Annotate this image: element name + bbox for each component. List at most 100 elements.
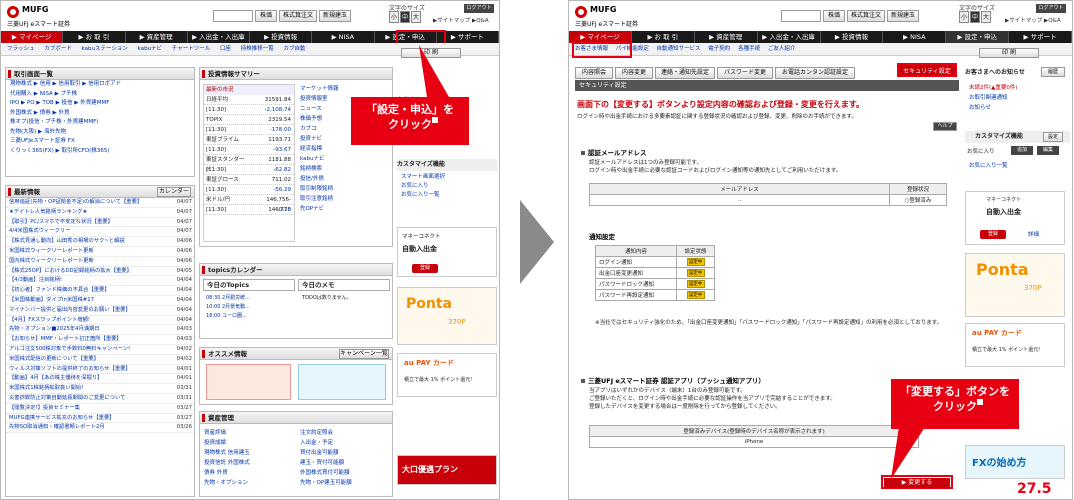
asset-link[interactable]: 入出金・予定 <box>300 438 390 448</box>
asset-link[interactable]: 投資信託 外国株式 <box>204 458 294 468</box>
news-item[interactable]: 災害詐欺防止対策自動延長期間のご変更について 03/31 <box>6 394 194 404</box>
aupay-banner[interactable]: au PAY カード 積立で最大 1% ポイント還元! <box>965 323 1065 367</box>
news-item[interactable]: 【株式25OP】におけるDD記録銘柄の拡大【重要】 04/05 <box>6 267 194 277</box>
fav-list-link[interactable]: お気に入り一覧 <box>969 161 1008 169</box>
trade-link-row[interactable]: 現物株式 ▶ 信用 ▶ 信用取引 ▶ 信用ロボアド <box>6 80 194 90</box>
nav-trade[interactable]: ▶ お 取 引 <box>632 31 695 43</box>
topic-item[interactable]: 08:30 2月勤労統... <box>206 294 250 303</box>
aupay-banner[interactable]: au PAY カード 積立で最大 1% ポイント還元! <box>397 353 497 397</box>
font-large-button[interactable]: 大 <box>981 11 991 23</box>
asset-link[interactable]: 外国株式買付可能額 <box>300 468 390 478</box>
nav-deposit[interactable]: ▶ 入出金・入出庫 <box>758 31 821 43</box>
asset-link[interactable]: 債券 外貨 <box>204 468 294 478</box>
news-item[interactable]: 【株式見通し動向】山田秀の相場のサク~と解説 04/06 <box>6 237 194 247</box>
tool-account[interactable]: 口座 <box>220 46 231 52</box>
summary-link[interactable]: 先OPナビ <box>300 204 390 214</box>
history-button[interactable]: 履歴 <box>1041 67 1065 77</box>
news-item[interactable]: 【動画】4月【あの株主優待を深掘り】 04/01 <box>6 374 194 385</box>
font-large-button[interactable]: 大 <box>411 11 421 23</box>
money-connect-banner[interactable]: マネーコネクト 自動入出金 登録 詳細 <box>965 191 1065 245</box>
asset-link[interactable]: 買付出金可能額 <box>300 448 390 458</box>
news-item[interactable]: 国内株式ウィークリーレポート更新 04/06 <box>6 257 194 267</box>
news-link[interactable]: お知らせ <box>969 103 1018 113</box>
news-item[interactable]: 【米国株動画】ダイプIn米国株#17 04/04 <box>6 296 194 306</box>
news-item[interactable]: 4/4米国株式ウィークリー 04/07 <box>6 227 194 238</box>
news-item[interactable]: 米国株式配信の更新について【重要】 04/02 <box>6 355 194 365</box>
nav-assets[interactable]: ▶ 資産管理 <box>695 31 758 43</box>
ponta-banner[interactable]: Ponta 370P <box>965 253 1065 317</box>
print-button[interactable]: 印 刷 <box>979 48 1039 58</box>
trade-link-row[interactable]: 三菱UFJeスマート証券 FX <box>6 137 194 147</box>
news-item[interactable]: 米国株式1株銘柄拡取扱い開始! 03/31 <box>6 384 194 394</box>
asset-link[interactable]: 現物株式 信用建玉 <box>204 448 294 458</box>
tab-contact[interactable]: 連絡・通知先設定 <box>655 67 715 79</box>
tab-password[interactable]: パスワード変更 <box>717 67 773 79</box>
asset-link[interactable]: 投資成績 <box>204 438 294 448</box>
recommend-banner-2[interactable] <box>298 364 386 400</box>
tool-holdings[interactable]: 持株推移一覧 <box>241 46 274 52</box>
logout-button[interactable]: ログアウト <box>464 4 494 13</box>
tool-kabunavi[interactable]: kabuナビ <box>138 46 162 52</box>
tab-phone-auth[interactable]: お電話カンタン認証設定 <box>775 67 855 79</box>
mc-detail-link[interactable]: 詳細 <box>1028 230 1039 238</box>
font-mid-button[interactable]: 中 <box>400 11 410 23</box>
unread-link[interactable]: 未読2件(▲重要0件) <box>969 83 1018 93</box>
summary-link[interactable]: kabuナビ <box>300 154 390 164</box>
news-item[interactable]: 先物SQ取消通知・確認書類レポート2月 03/26 <box>6 423 194 434</box>
quote-button[interactable]: 株式箕注文 <box>279 10 317 22</box>
news-item[interactable]: ★デイトレ人気銘柄ランキング★ 04/07 <box>6 208 194 218</box>
news-item[interactable]: 米国株式ウィークリーレポート更新 04/06 <box>6 247 194 257</box>
asset-link[interactable]: 注文約定照会 <box>300 428 390 438</box>
news-item[interactable]: 信用追証(先物・OP証拠金不足)の解消について【重要】 04/07 <box>6 198 194 208</box>
money-connect-banner[interactable]: マネーコネクト 自動入出金 登録 <box>397 227 497 277</box>
mc-register-button[interactable]: 登録 <box>412 264 438 273</box>
nav-info[interactable]: ▶ 投資情報 <box>821 31 884 43</box>
nav-support[interactable]: ▶ サポート <box>1009 31 1072 43</box>
fav-add-button[interactable]: 追加 <box>1011 146 1033 155</box>
ponta-banner[interactable]: Ponta 370P <box>397 287 497 345</box>
recommend-banner-1[interactable] <box>206 364 291 400</box>
news-item[interactable]: 【4/3動画】注目銘柄! 04/04 <box>6 276 194 287</box>
nav-nisa[interactable]: ▶ NISA <box>883 31 947 43</box>
asset-link[interactable]: 先物・OP建玉可能額 <box>300 478 390 488</box>
tool-kabustation[interactable]: kabuステーション <box>82 46 128 52</box>
font-mid-button[interactable]: 中 <box>970 11 980 23</box>
new-position-button[interactable]: 新規建玉 <box>319 10 351 22</box>
stock-price-button[interactable]: 株価 <box>255 10 277 22</box>
nav-deposit[interactable]: ▶ 入出金・入出庫 <box>188 31 250 43</box>
news-item[interactable]: 【取引】PC/スマホで不安定な状況【重要】 04/07 <box>6 218 194 228</box>
stock-search-input[interactable] <box>213 10 253 22</box>
news-item[interactable]: ウィルス対策ソフトの提供終了のお知らせ【重要】 04/01 <box>6 365 194 375</box>
trade-link-row[interactable]: 株オプ(投信・プチ株・外貨建MMF) <box>6 118 194 128</box>
tab-change[interactable]: 内容変更 <box>615 67 653 79</box>
trade-link-row[interactable]: くりっく365(FX) ▶ 取引所CFD(株365) <box>6 147 194 157</box>
tab-security[interactable]: セキュリティ設定 <box>897 63 957 77</box>
nav-assets[interactable]: ▶ 資産管理 <box>126 31 188 43</box>
news-item[interactable]: アルゴ注文500株対象で手数料0無料キャンペーン! 04/02 <box>6 345 194 355</box>
logout-button[interactable]: ログアウト <box>1036 4 1066 13</box>
summary-link[interactable]: 取引制限銘柄 <box>300 184 390 194</box>
campaign-list-button[interactable]: キャンペーン一覧 <box>339 349 389 359</box>
nav-info[interactable]: ▶ 投資情報 <box>250 31 313 43</box>
top-links[interactable]: ▶サイトマップ ▶Q&A <box>1005 16 1061 24</box>
nav-nisa[interactable]: ▶ NISA <box>312 31 375 43</box>
quote-button[interactable]: 株式箕注文 <box>847 10 885 22</box>
news-item[interactable]: 【閲覧決定!】投資セミナー集 03/27 <box>6 404 194 414</box>
summary-link[interactable]: 投信/外債 <box>300 174 390 184</box>
top-links[interactable]: ▶サイトマップ ▶Q&A <box>433 16 489 24</box>
summary-link[interactable]: 取引注意銘柄 <box>300 194 390 204</box>
nav-settings[interactable]: ▶ 設定・申込 <box>946 31 1010 43</box>
fav-edit-button[interactable]: 編集 <box>1037 146 1059 155</box>
mc-register-button[interactable]: 登録 <box>980 230 1006 239</box>
news-item[interactable]: マイナンバー提供と届出内容変更のお願い【重要】 04/04 <box>6 306 194 316</box>
large-plan-banner[interactable]: 大口優遇プラン <box>397 455 497 485</box>
news-item[interactable]: 【お知らせ】MMF・レポート訂正箇所【重要】 04/03 <box>6 335 194 345</box>
tool-auto[interactable]: カブ自動 <box>284 46 306 52</box>
subnav-notify[interactable]: 自動通知サービス <box>657 46 701 52</box>
today-memo-tab[interactable]: 今日のメモ <box>298 279 390 291</box>
tool-chart[interactable]: チャートツール <box>172 46 210 52</box>
tab-inquiry[interactable]: 内容照会 <box>575 67 613 79</box>
topic-item[interactable]: 10:00 2月景気動... <box>206 303 250 312</box>
smart-screen-link[interactable]: スマート画面選択 <box>401 173 445 182</box>
calendar-button[interactable]: カレンダー <box>157 187 191 197</box>
